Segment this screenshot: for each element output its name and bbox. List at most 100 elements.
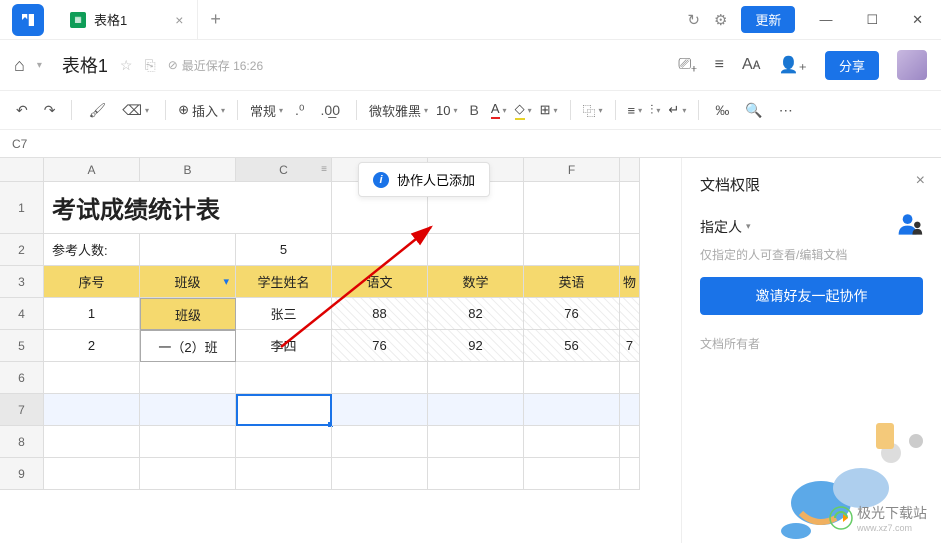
col-menu-icon[interactable]: ≡ <box>321 164 327 175</box>
font-size-dropdown[interactable]: 10 ▾ <box>436 103 457 118</box>
col-header[interactable] <box>620 158 640 182</box>
header-cell[interactable]: 物 <box>620 266 640 298</box>
decrease-decimal-icon[interactable]: .⁰ <box>291 99 309 122</box>
bold-button[interactable]: B <box>466 99 483 121</box>
add-doc-icon[interactable]: ⎚₊ <box>678 56 696 74</box>
row-header[interactable]: 3 <box>0 266 44 298</box>
people-icon <box>897 213 923 240</box>
save-status: ⊘ 最近保存 16:26 <box>168 57 263 74</box>
header-cell[interactable]: 数学 <box>428 266 524 298</box>
cell[interactable] <box>620 298 640 330</box>
permission-dropdown[interactable]: 指定人▾ <box>700 217 751 237</box>
cell[interactable]: 1 <box>44 298 140 330</box>
col-header[interactable]: C≡ <box>236 158 332 182</box>
col-header[interactable]: A <box>44 158 140 182</box>
cell[interactable]: 76 <box>524 298 620 330</box>
active-cell[interactable] <box>236 394 332 426</box>
row-header[interactable]: 2 <box>0 234 44 266</box>
search-icon[interactable]: 🔍 <box>741 99 766 122</box>
col-header[interactable]: B <box>140 158 236 182</box>
close-panel-icon[interactable]: × <box>916 172 925 190</box>
font-color-button[interactable]: A ▾ <box>491 101 507 119</box>
select-all-corner[interactable] <box>0 158 44 182</box>
update-button[interactable]: 更新 <box>741 6 795 33</box>
dropdown-cell[interactable]: 班级 <box>140 298 236 330</box>
cell[interactable]: 5 <box>236 234 332 266</box>
row-header[interactable]: 6 <box>0 362 44 394</box>
row-header[interactable]: 9 <box>0 458 44 490</box>
link-icon[interactable]: ‰ <box>711 99 733 121</box>
app-logo-icon[interactable] <box>12 4 44 36</box>
cell[interactable]: 76 <box>332 330 428 362</box>
watermark-icon <box>829 506 853 530</box>
browser-tab[interactable]: ▦ 表格1 × <box>56 0 198 40</box>
permissions-panel: 文档权限 × 指定人▾ 仅指定的人可查看/编辑文档 邀请好友一起协作 文档所有者 <box>681 158 941 543</box>
cell[interactable]: 82 <box>428 298 524 330</box>
home-icon[interactable]: ⌂ <box>14 55 25 76</box>
dropdown-cell[interactable]: 一（2）班 <box>140 330 236 362</box>
maximize-button[interactable]: ☐ <box>856 6 888 34</box>
cell[interactable]: 88 <box>332 298 428 330</box>
header-cell[interactable]: 班级▾ <box>140 266 236 298</box>
row-header[interactable]: 1 <box>0 182 44 234</box>
settings-gear-icon[interactable]: ⚙ <box>714 11 727 29</box>
increase-decimal-icon[interactable]: .0̲0 <box>317 99 344 121</box>
col-header[interactable]: F <box>524 158 620 182</box>
merge-button[interactable]: ⿻ ▾ <box>583 101 603 120</box>
close-tab-icon[interactable]: × <box>175 12 183 28</box>
header-cell[interactable]: 英语 <box>524 266 620 298</box>
add-tab-button[interactable]: + <box>198 9 233 30</box>
panel-title: 文档权限 <box>700 174 923 195</box>
titlebar: ▦ 表格1 × + ↻ ⚙ 更新 — ☐ ✕ <box>0 0 941 40</box>
cell[interactable]: 张三 <box>236 298 332 330</box>
cell[interactable] <box>140 234 236 266</box>
table-row <box>44 362 681 394</box>
refresh-icon[interactable]: ↻ <box>687 11 700 29</box>
menu-icon[interactable]: ≡ <box>715 56 724 74</box>
text-style-icon[interactable]: Aᴀ <box>742 56 761 74</box>
header-cell[interactable]: 语文 <box>332 266 428 298</box>
share-button[interactable]: 分享 <box>825 51 879 80</box>
sheet-icon: ▦ <box>70 12 86 28</box>
cell[interactable]: 56 <box>524 330 620 362</box>
cell[interactable]: 参考人数: <box>44 234 140 266</box>
font-dropdown[interactable]: 微软雅黑 ▾ <box>369 101 428 120</box>
header-cell[interactable]: 学生姓名 <box>236 266 332 298</box>
filter-icon[interactable]: ▾ <box>223 275 229 288</box>
star-icon[interactable]: ☆ <box>120 57 133 74</box>
clear-format-icon[interactable]: ⌫▾ <box>118 99 153 122</box>
row-header[interactable]: 5 <box>0 330 44 362</box>
add-person-icon[interactable]: 👤₊ <box>779 55 807 75</box>
user-avatar[interactable] <box>897 50 927 80</box>
cell[interactable]: 2 <box>44 330 140 362</box>
move-icon[interactable]: ⎘ <box>144 57 155 74</box>
number-format-dropdown[interactable]: 常规 ▾ <box>250 101 283 120</box>
name-box[interactable]: C7 <box>0 137 48 151</box>
row-header[interactable]: 7 <box>0 394 44 426</box>
more-icon[interactable]: ⋯ <box>775 99 797 122</box>
spreadsheet[interactable]: i 协作人已添加 1 2 3 4 5 6 7 8 9 A <box>0 158 681 543</box>
header-cell[interactable]: 序号 <box>44 266 140 298</box>
table-row <box>44 458 681 490</box>
undo-icon[interactable]: ↶ <box>12 99 32 122</box>
chevron-down-icon[interactable]: ▾ <box>37 60 42 71</box>
invite-button[interactable]: 邀请好友一起协作 <box>700 277 923 315</box>
minimize-button[interactable]: — <box>809 6 842 33</box>
valign-button[interactable]: ⫶ ▾ <box>650 102 660 118</box>
row-header[interactable]: 8 <box>0 426 44 458</box>
wrap-button[interactable]: ↵ ▾ <box>668 102 686 118</box>
redo-icon[interactable]: ↷ <box>40 99 60 122</box>
table-row <box>44 394 681 426</box>
cell[interactable]: 7 <box>620 330 640 362</box>
cell[interactable]: 李四 <box>236 330 332 362</box>
format-paint-icon[interactable]: 🖌 <box>84 99 110 122</box>
title-cell[interactable]: 考试成绩统计表 <box>44 182 332 234</box>
halign-button[interactable]: ≡ ▾ <box>628 103 643 118</box>
row-header[interactable]: 4 <box>0 298 44 330</box>
fill-color-button[interactable]: ◇ ▾ <box>515 101 532 120</box>
cell[interactable]: 92 <box>428 330 524 362</box>
insert-dropdown[interactable]: ⊕ 插入 ▾ <box>178 101 225 120</box>
toolbar: ↶ ↷ 🖌 ⌫▾ ⊕ 插入 ▾ 常规 ▾ .⁰ .0̲0 微软雅黑 ▾ 10 ▾… <box>0 90 941 130</box>
border-button[interactable]: ⊞ ▾ <box>540 102 558 118</box>
close-window-button[interactable]: ✕ <box>902 6 933 34</box>
